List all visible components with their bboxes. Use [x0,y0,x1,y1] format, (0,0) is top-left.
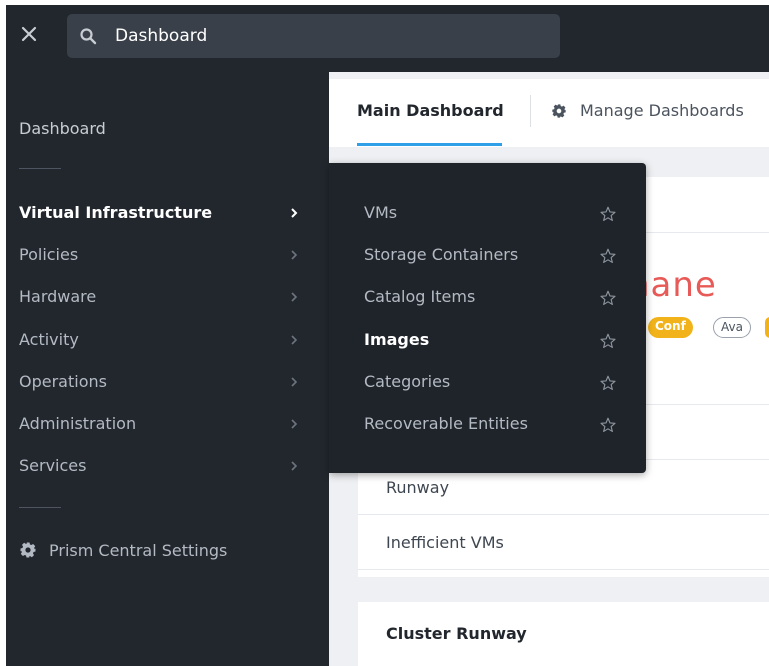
sidebar-item-dashboard[interactable]: Dashboard [19,119,106,138]
sidebar-item-activity[interactable]: Activity [6,322,329,358]
virtual-infrastructure-submenu: VMs Storage Containers Catalog Items Ima… [329,163,646,473]
star-icon[interactable] [599,332,617,350]
manage-dashboards-label: Manage Dashboards [580,101,744,120]
tab-main-dashboard[interactable]: Main Dashboard [357,101,504,120]
submenu-item-images[interactable]: Images [329,322,646,358]
star-icon[interactable] [599,289,617,307]
card-divider [358,569,769,570]
chevron-right-icon [291,461,298,471]
star-icon[interactable] [599,416,617,434]
submenu-item-label: Images [364,330,430,349]
submenu-item-vms[interactable]: VMs [329,195,646,231]
active-tab-indicator [357,143,502,146]
submenu-item-recoverable-entities[interactable]: Recoverable Entities [329,406,646,442]
status-badge: Ava [713,317,751,338]
chevron-right-icon [291,335,298,345]
sidebar-item-label: Services [19,456,87,475]
runway-link[interactable]: Runway [386,478,449,497]
sidebar-item-label: Virtual Infrastructure [19,203,213,222]
submenu-item-label: Categories [364,372,451,391]
chevron-right-icon [291,250,298,260]
chevron-right-icon [291,419,298,429]
sidebar-item-policies[interactable]: Policies [6,237,329,273]
submenu-item-label: VMs [364,203,398,222]
tab-separator [530,95,531,127]
close-icon[interactable] [18,23,40,45]
submenu-item-storage-containers[interactable]: Storage Containers [329,237,646,273]
status-badge [765,317,769,338]
sidebar-item-administration[interactable]: Administration [6,406,329,442]
card-divider [358,514,769,515]
submenu-item-catalog-items[interactable]: Catalog Items [329,279,646,315]
sidebar-item-label: Administration [19,414,137,433]
inefficient-vms-link[interactable]: Inefficient VMs [386,533,504,552]
sidebar-item-label: Policies [19,245,79,264]
sidebar-item-label: Activity [19,330,79,349]
sidebar-divider [19,507,61,508]
sidebar-item-virtual-infrastructure[interactable]: Virtual Infrastructure [6,195,329,231]
top-bar: Dashboard [6,5,769,72]
sidebar-item-services[interactable]: Services [6,448,329,484]
star-icon[interactable] [599,205,617,223]
chevron-right-icon [291,377,298,387]
sidebar-item-label: Operations [19,372,107,391]
card-title: Cluster Runway [386,624,527,643]
submenu-item-categories[interactable]: Categories [329,364,646,400]
sidebar: Dashboard Virtual Infrastructure Policie… [6,72,329,666]
sidebar-item-label: Hardware [19,287,97,306]
prism-central-settings-link[interactable]: Prism Central Settings [6,536,329,568]
sidebar-divider [19,168,61,169]
star-icon[interactable] [599,247,617,265]
search-value[interactable]: Dashboard [115,26,207,46]
sidebar-item-operations[interactable]: Operations [6,364,329,400]
star-icon[interactable] [599,374,617,392]
dashboard-tabs: Main Dashboard Manage Dashboards [329,79,769,147]
gear-icon [552,104,566,118]
cluster-runway-card: Cluster Runway [358,602,769,666]
status-badge: Conf [648,317,693,338]
chevron-right-icon [291,292,298,302]
submenu-item-label: Recoverable Entities [364,414,528,433]
chevron-right-icon [291,208,298,218]
search-input[interactable]: Dashboard [67,14,560,58]
submenu-item-label: Storage Containers [364,245,519,264]
sidebar-item-hardware[interactable]: Hardware [6,279,329,315]
gear-icon [20,542,36,558]
submenu-item-label: Catalog Items [364,287,476,306]
search-icon [79,27,97,45]
settings-label: Prism Central Settings [49,541,228,560]
